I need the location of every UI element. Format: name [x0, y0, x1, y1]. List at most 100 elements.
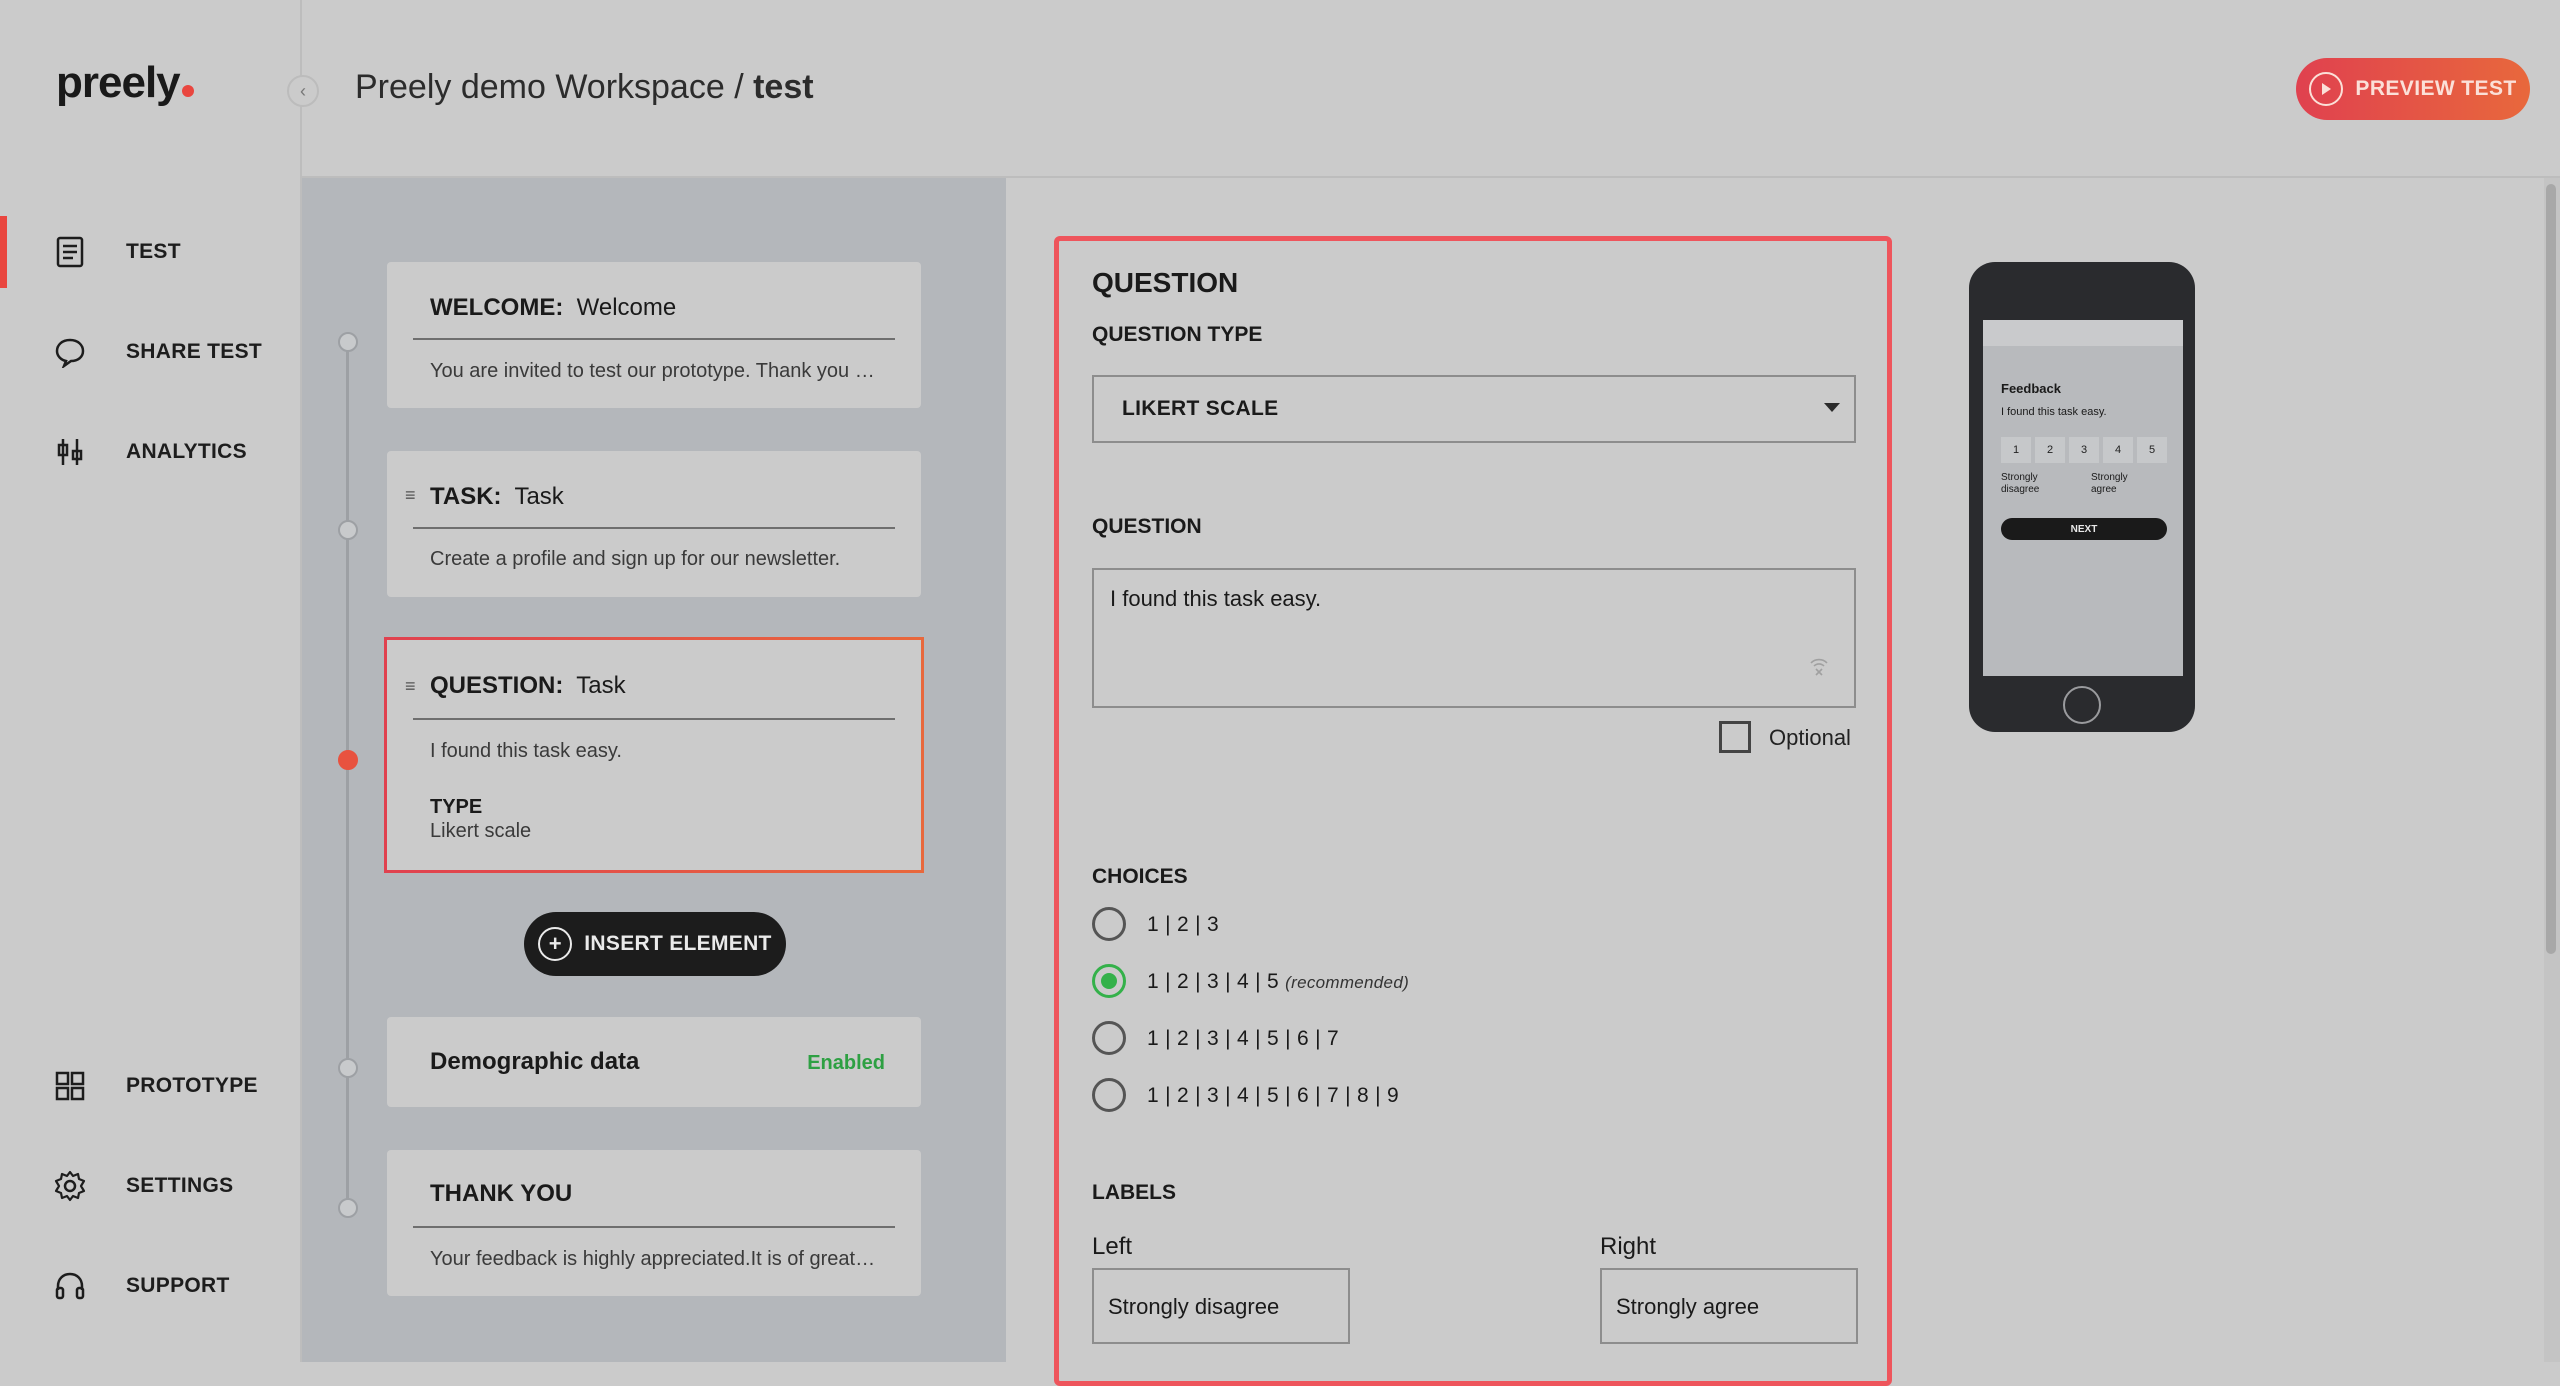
phone-question: I found this task easy.	[2001, 406, 2107, 418]
optional-label: Optional	[1769, 725, 1851, 750]
card-title: TASK: Task	[430, 483, 564, 510]
flow-card-demographic[interactable]: Demographic data Enabled	[387, 1017, 921, 1107]
left-label-input[interactable]: Strongly disagree	[1092, 1268, 1350, 1344]
flow-card-welcome[interactable]: WELCOME: Welcome You are invited to test…	[387, 262, 921, 408]
question-text-value: I found this task easy.	[1110, 586, 1322, 611]
insert-element-label: INSERT ELEMENT	[584, 932, 772, 955]
scrollbar-thumb[interactable]	[2546, 184, 2556, 954]
sidebar-item-label: PROTOTYPE	[126, 1074, 258, 1097]
question-type-label: QUESTION TYPE	[1092, 323, 1263, 346]
document-icon	[52, 234, 88, 270]
resize-handle-icon	[1808, 654, 1830, 682]
sidebar-item-settings[interactable]: SETTINGS	[0, 1146, 300, 1226]
choices-label: CHOICES	[1092, 865, 1188, 888]
phone-next-button: NEXT	[2001, 518, 2167, 540]
caret-down-icon	[1824, 403, 1840, 412]
sidebar-item-label: SUPPORT	[126, 1274, 230, 1297]
phone-right-label: Strongly agree	[2091, 472, 2128, 495]
choice-label: 1 | 2 | 3 | 4 | 5 | 6 | 7	[1147, 1027, 1339, 1050]
recommended-note: (recommended)	[1285, 973, 1410, 992]
choice-label: 1 | 2 | 3	[1147, 913, 1219, 936]
sidebar-item-prototype[interactable]: PROTOTYPE	[0, 1046, 300, 1126]
phone-scale-option: 2	[2035, 437, 2065, 463]
headset-icon	[52, 1268, 88, 1304]
phone-title: Feedback	[2001, 381, 2061, 396]
phone-scale-option: 5	[2137, 437, 2167, 463]
timeline-node	[338, 520, 358, 540]
sidebar-item-label: ANALYTICS	[126, 440, 247, 463]
sidebar-item-label: SETTINGS	[126, 1174, 234, 1197]
choice-radio-5[interactable]	[1092, 964, 1126, 998]
sidebar-item-analytics[interactable]: ANALYTICS	[0, 412, 300, 492]
status-badge: Enabled	[807, 1052, 885, 1074]
card-type-value: Likert scale	[430, 820, 532, 842]
choice-radio-9[interactable]	[1092, 1078, 1126, 1112]
gear-icon	[52, 1168, 88, 1204]
preview-test-label: PREVIEW TEST	[2355, 77, 2517, 100]
choice-radio-3[interactable]	[1092, 907, 1126, 941]
card-description: Your feedback is highly appreciated.It i…	[430, 1248, 880, 1270]
insert-element-button[interactable]: + INSERT ELEMENT	[524, 912, 786, 976]
breadcrumb-separator: /	[734, 68, 744, 106]
phone-scale: 1 2 3 4 5	[2001, 437, 2167, 463]
card-title: QUESTION: Task	[430, 672, 626, 699]
labels-heading: LABELS	[1092, 1181, 1176, 1204]
sidebar-item-support[interactable]: SUPPORT	[0, 1246, 300, 1326]
phone-screen	[1983, 320, 2183, 676]
preely-logo[interactable]: preely	[56, 58, 194, 108]
breadcrumb-workspace[interactable]: Preely demo Workspace	[355, 68, 725, 106]
timeline-node	[338, 1198, 358, 1218]
form-heading: QUESTION	[1092, 267, 1239, 298]
right-label-caption: Right	[1600, 1233, 1657, 1260]
phone-scale-option: 1	[2001, 437, 2031, 463]
timeline-node	[338, 1058, 358, 1078]
timeline-node	[338, 332, 358, 352]
preview-test-button[interactable]: PREVIEW TEST	[2296, 58, 2530, 120]
card-divider	[413, 1226, 895, 1228]
question-type-select[interactable]: LIKERT SCALE	[1092, 375, 1856, 443]
card-divider	[413, 718, 895, 720]
breadcrumb-test-name: test	[753, 68, 814, 106]
phone-status-bar	[1983, 320, 2183, 346]
breadcrumb: Preely demo Workspace / test	[355, 68, 814, 107]
analytics-icon	[52, 434, 88, 470]
grid-icon	[52, 1068, 88, 1104]
play-icon	[2309, 72, 2344, 106]
card-type-caption: TYPE	[430, 796, 483, 818]
card-title: WELCOME: Welcome	[430, 294, 677, 321]
flow-card-question[interactable]: ≡ QUESTION: Task I found this task easy.…	[384, 637, 924, 873]
flow-card-thank-you[interactable]: THANK YOU Your feedback is highly apprec…	[387, 1150, 921, 1296]
right-label-input[interactable]: Strongly agree	[1600, 1268, 1858, 1344]
drag-handle-icon[interactable]: ≡	[405, 485, 416, 506]
sidebar-item-label: SHARE TEST	[126, 340, 263, 363]
collapse-sidebar-button[interactable]: ‹	[287, 75, 319, 107]
sidebar-item-test[interactable]: TEST	[0, 212, 300, 292]
question-label: QUESTION	[1092, 515, 1202, 538]
choice-label: 1 | 2 | 3 | 4 | 5 (recommended)	[1147, 970, 1410, 993]
card-description: Create a profile and sign up for our new…	[430, 548, 841, 570]
card-description: I found this task easy.	[430, 740, 622, 762]
phone-left-label: Strongly disagree	[2001, 472, 2040, 495]
left-label-caption: Left	[1092, 1233, 1133, 1260]
sidebar-item-label: TEST	[126, 240, 181, 263]
choice-radio-7[interactable]	[1092, 1021, 1126, 1055]
logo-dot	[181, 85, 194, 97]
question-form: QUESTION QUESTION TYPE LIKERT SCALE QUES…	[1054, 236, 1892, 1386]
flow-card-task[interactable]: ≡ TASK: Task Create a profile and sign u…	[387, 451, 921, 597]
question-type-value: LIKERT SCALE	[1122, 397, 1279, 420]
timeline-node-active	[338, 750, 358, 770]
plus-icon: +	[538, 927, 573, 961]
card-title: THANK YOU	[430, 1180, 573, 1207]
question-textarea[interactable]: I found this task easy.	[1092, 568, 1856, 708]
flow-timeline	[346, 340, 349, 1210]
choice-label: 1 | 2 | 3 | 4 | 5 | 6 | 7 | 8 | 9	[1147, 1084, 1400, 1107]
card-divider	[413, 338, 895, 340]
phone-home-button	[2063, 686, 2101, 724]
optional-checkbox[interactable]	[1719, 721, 1751, 753]
chevron-left-icon: ‹	[300, 80, 306, 101]
phone-scale-option: 3	[2069, 437, 2099, 463]
phone-scale-option: 4	[2103, 437, 2133, 463]
drag-handle-icon[interactable]: ≡	[405, 676, 416, 697]
sidebar-item-share-test[interactable]: SHARE TEST	[0, 312, 300, 392]
chat-bubble-icon	[52, 334, 88, 370]
